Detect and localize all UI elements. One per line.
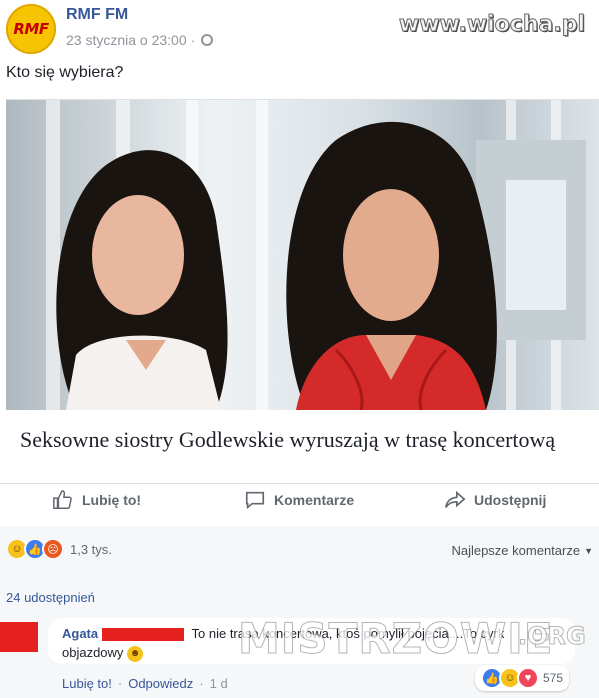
article-title[interactable]: Seksowne siostry Godlewskie wyruszają w … <box>20 426 580 454</box>
post-meta: 23 stycznia o 23:00 · <box>66 32 214 48</box>
post-status-text: Kto się wybiera? <box>6 64 124 81</box>
article-image[interactable] <box>6 100 599 410</box>
page-avatar[interactable]: RMF <box>6 4 56 54</box>
article-card[interactable]: Seksowne siostry Godlewskie wyruszają w … <box>6 99 599 484</box>
page-name[interactable]: RMF FM <box>66 6 128 24</box>
comment-reaction-count: 575 <box>542 671 563 685</box>
comment-author[interactable]: Agata <box>62 626 98 641</box>
post-header: RMF RMF FM 23 stycznia o 23:00 · www.wio… <box>0 0 599 60</box>
commenter-avatar[interactable] <box>0 622 38 652</box>
like-label: Lubię to! <box>82 492 142 508</box>
comment-reply-link[interactable]: Odpowiedz <box>128 676 193 691</box>
comment-label: Komentarze <box>274 492 355 508</box>
sort-label: Najlepsze komentarze <box>451 543 581 558</box>
rmf-logo-icon: RMF <box>13 20 49 38</box>
globe-icon <box>201 34 214 46</box>
comment-reactions[interactable]: 👍 ☺ ♥ 575 <box>474 665 569 691</box>
reaction-icons[interactable]: ☺ 👍 ☹ <box>6 538 64 560</box>
comment-sort-dropdown[interactable]: Najlepsze komentarze ▼ <box>451 543 593 558</box>
laughing-emoji-icon: ☻ <box>127 645 144 662</box>
angry-icon: ☹ <box>42 538 64 560</box>
redacted-name <box>102 628 185 642</box>
reactions-bar: ☺ 👍 ☹ 1,3 tys. Najlepsze komentarze ▼ <box>0 526 599 574</box>
comment-like-link[interactable]: Lubię to! <box>62 676 112 691</box>
watermark-mistrzowie: MISTRZOWIE <box>237 614 554 664</box>
meta-separator: · <box>190 32 196 48</box>
comment-icon <box>245 491 265 510</box>
post-timestamp[interactable]: 23 stycznia o 23:00 <box>66 32 187 48</box>
comment-separator: · <box>117 676 123 691</box>
watermark-tld: .ORG <box>518 622 587 651</box>
like-button[interactable]: Lubię to! <box>52 489 141 511</box>
reaction-count[interactable]: 1,3 tys. <box>70 542 112 557</box>
comment-actions: Lubię to! · Odpowiedz · 1 d <box>62 676 228 691</box>
thumbs-up-icon <box>53 490 72 509</box>
shares-count[interactable]: 24 udostępnień <box>6 590 95 605</box>
love-icon: ♥ <box>516 667 539 689</box>
post-actions: Lubię to! Komentarze Udostępnij <box>0 483 599 525</box>
share-label: Udostępnij <box>474 492 547 508</box>
article-photo <box>6 100 599 410</box>
comment-separator: · <box>199 676 204 691</box>
watermark-wiocha: www.wiocha.pl <box>398 12 585 38</box>
share-arrow-icon <box>445 490 466 508</box>
caret-down-icon: ▼ <box>584 545 593 556</box>
comment-time[interactable]: 1 d <box>210 676 228 691</box>
comment-button[interactable]: Komentarze <box>244 489 354 511</box>
share-button[interactable]: Udostępnij <box>444 489 546 511</box>
